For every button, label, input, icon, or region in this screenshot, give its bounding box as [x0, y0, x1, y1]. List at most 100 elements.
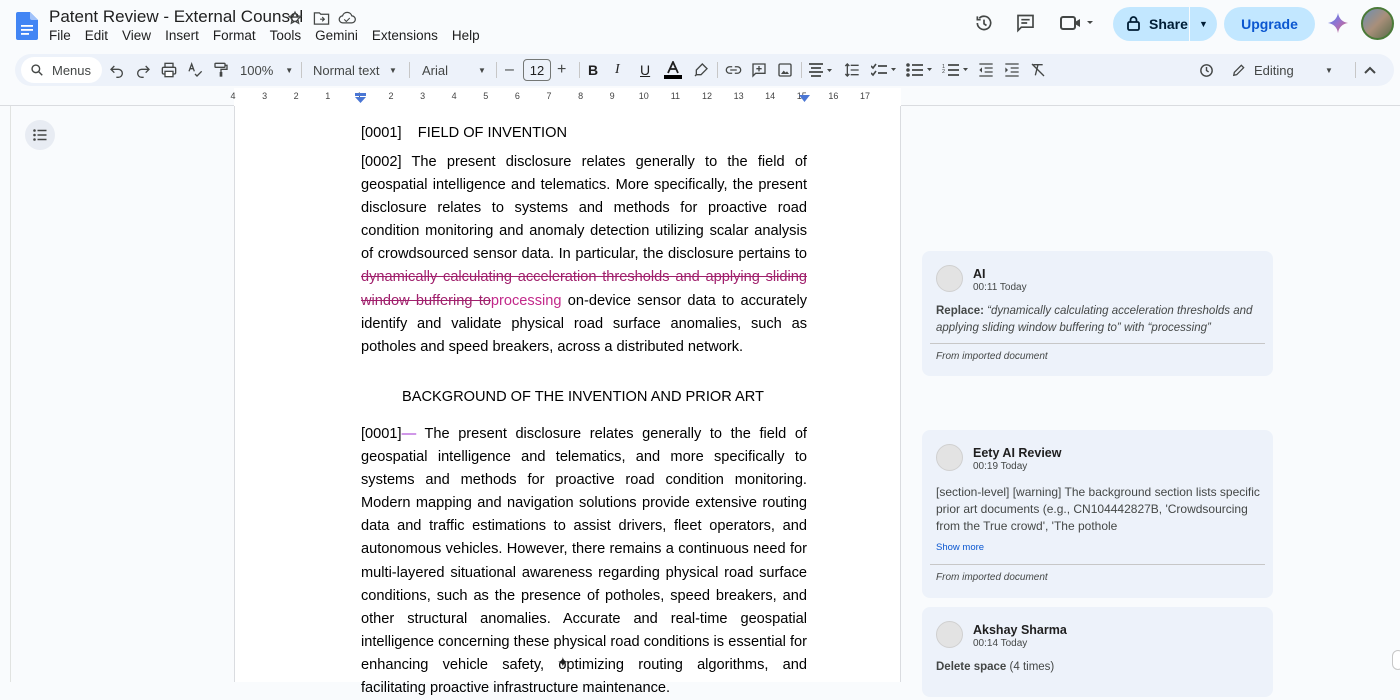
- heading-text: [0001] FIELD OF INVENTION: [361, 125, 567, 141]
- share-label: Share: [1149, 16, 1188, 32]
- comment-card-ai[interactable]: AI 00:11 Today Replace: “dynamically cal…: [922, 251, 1273, 376]
- bulleted-list-icon[interactable]: [906, 54, 934, 86]
- text-color-icon[interactable]: [664, 54, 682, 86]
- heading-background[interactable]: BACKGROUND OF THE INVENTION AND PRIOR AR…: [361, 386, 805, 409]
- highlight-icon[interactable]: [693, 54, 709, 86]
- numbered-list-icon[interactable]: 12: [942, 54, 970, 86]
- checklist-icon[interactable]: [871, 54, 897, 86]
- pencil-icon: [1232, 63, 1246, 77]
- comment-action: Delete space: [936, 661, 1007, 673]
- share-button[interactable]: Share ▼: [1113, 7, 1217, 41]
- font-size-input[interactable]: 12: [523, 59, 551, 81]
- font-select[interactable]: Arial ▼: [422, 54, 488, 86]
- font-value: Arial: [422, 62, 449, 78]
- ruler-tick-label: 12: [701, 91, 713, 101]
- menu-extensions[interactable]: Extensions: [365, 28, 445, 43]
- show-more-link[interactable]: Show more: [936, 542, 984, 553]
- increase-font-size-icon[interactable]: +: [557, 54, 566, 86]
- paragraph-number: [0001]: [361, 426, 402, 442]
- gemini-cursor-sparkle-icon[interactable]: ✦: [557, 654, 569, 671]
- ruler-tick-label: 17: [859, 91, 871, 101]
- paragraph-0002[interactable]: [0002] The present disclosure relates ge…: [361, 151, 807, 359]
- cloud-status-icon[interactable]: [338, 9, 356, 27]
- formatting-toolbar: Menus 100% ▼ Normal text ▼ Arial ▼ – 12 …: [15, 54, 1394, 86]
- ruler-tick-label: 11: [670, 91, 681, 101]
- line-spacing-icon[interactable]: [844, 54, 860, 86]
- ruler: 43211234567891011121314151617: [0, 87, 1400, 106]
- paint-format-icon[interactable]: [213, 54, 229, 86]
- comment-card-eety-ai-review[interactable]: Eety AI Review 00:19 Today [section-leve…: [922, 430, 1273, 598]
- chevron-down-icon: ▼: [1325, 65, 1333, 75]
- account-avatar[interactable]: [1361, 7, 1394, 40]
- menu-tools[interactable]: Tools: [263, 28, 309, 43]
- editing-mode-select[interactable]: Editing ▼: [1232, 54, 1334, 86]
- redo-icon[interactable]: [135, 54, 151, 86]
- star-icon[interactable]: [286, 9, 304, 27]
- comment-text: “dynamically calculating acceleration th…: [936, 305, 1253, 334]
- ruler-tick-label: 3: [262, 91, 268, 101]
- comment-author: AI: [973, 267, 986, 281]
- avatar: [936, 444, 963, 471]
- gemini-sparkle-icon[interactable]: [1327, 12, 1349, 34]
- document-outline-button[interactable]: [25, 120, 55, 150]
- underline-icon[interactable]: U: [640, 54, 650, 86]
- left-indent-marker[interactable]: [355, 93, 367, 105]
- comment-body: [section-level] [warning] The background…: [936, 485, 1260, 533]
- ruler-tick-label: 8: [578, 91, 584, 101]
- menu-view[interactable]: View: [115, 28, 158, 43]
- menu-help[interactable]: Help: [445, 28, 487, 43]
- menu-format[interactable]: Format: [206, 28, 263, 43]
- ruler-tick-label: 2: [293, 91, 299, 101]
- ruler-tick-label: 1: [325, 91, 331, 101]
- comments-icon[interactable]: [1015, 13, 1036, 33]
- collapse-toolbar-icon[interactable]: [1364, 54, 1376, 86]
- chevron-down-icon: ▼: [285, 65, 294, 75]
- insert-image-icon[interactable]: [777, 54, 793, 86]
- undo-icon[interactable]: [109, 54, 125, 86]
- chevron-down-icon: ▼: [389, 65, 397, 75]
- comment-author: Akshay Sharma: [973, 623, 1067, 637]
- increase-indent-icon[interactable]: [1004, 54, 1020, 86]
- move-folder-icon[interactable]: [312, 9, 330, 27]
- avatar: [936, 265, 963, 292]
- version-history-icon[interactable]: [974, 13, 994, 33]
- side-panel-toggle[interactable]: [1392, 650, 1400, 670]
- ruler-tick-label: 13: [733, 91, 744, 101]
- decrease-font-size-icon[interactable]: –: [505, 54, 514, 86]
- docs-logo-icon[interactable]: [16, 12, 38, 40]
- ruler-tick-label: 14: [765, 91, 776, 101]
- style-select[interactable]: Normal text ▼: [313, 54, 401, 86]
- suggested-insertion[interactable]: processing: [491, 293, 562, 309]
- add-comment-icon[interactable]: [751, 54, 767, 86]
- meet-video-icon[interactable]: [1060, 14, 1094, 32]
- ruler-tick-label: 16: [828, 91, 839, 101]
- comment-time: 00:19 Today: [973, 461, 1028, 472]
- paragraph-background-0001[interactable]: [0001]— The present disclosure relates g…: [361, 423, 807, 700]
- menu-edit[interactable]: Edit: [78, 28, 115, 43]
- upgrade-button[interactable]: Upgrade: [1224, 7, 1315, 41]
- print-icon[interactable]: [161, 54, 177, 86]
- menus-search[interactable]: Menus: [21, 57, 102, 83]
- share-dropdown-icon[interactable]: ▼: [1190, 19, 1217, 29]
- document-title[interactable]: Patent Review - External Counsel: [49, 7, 303, 27]
- decrease-indent-icon[interactable]: [978, 54, 994, 86]
- comment-action: Replace:: [936, 305, 984, 317]
- comment-author: Eety AI Review: [973, 446, 1062, 460]
- menu-insert[interactable]: Insert: [158, 28, 206, 43]
- italic-icon[interactable]: I: [615, 54, 620, 86]
- menu-gemini[interactable]: Gemini: [308, 28, 365, 43]
- bold-icon[interactable]: B: [588, 54, 598, 86]
- spellcheck-icon[interactable]: [187, 54, 203, 86]
- clear-formatting-icon[interactable]: [1030, 54, 1046, 86]
- suggestion-marker[interactable]: —: [402, 426, 417, 442]
- heading-field-of-invention[interactable]: [0001] FIELD OF INVENTION: [361, 122, 807, 145]
- compare-changes-icon[interactable]: [1198, 54, 1215, 86]
- zoom-select[interactable]: 100% ▼: [240, 54, 293, 86]
- comment-card-akshay-sharma[interactable]: Akshay Sharma 00:14 Today Delete space (…: [922, 607, 1273, 697]
- right-indent-marker[interactable]: [799, 95, 811, 105]
- left-margin-panel: [10, 106, 234, 682]
- link-icon[interactable]: [725, 54, 742, 86]
- align-icon[interactable]: [809, 54, 833, 86]
- menu-file[interactable]: File: [42, 28, 78, 43]
- top-bar: Patent Review - External Counsel File Ed…: [0, 0, 1400, 52]
